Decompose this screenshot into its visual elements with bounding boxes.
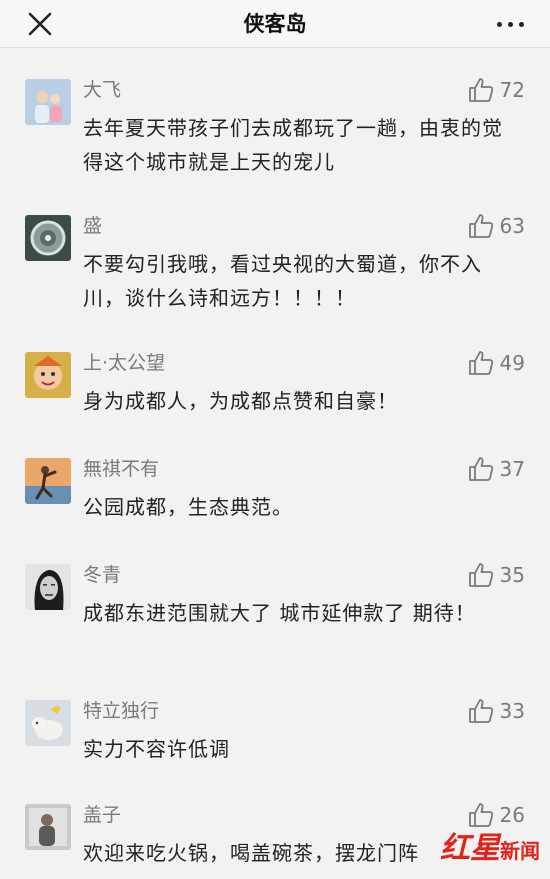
watermark-part2: 新闻 bbox=[500, 839, 540, 863]
avatar[interactable] bbox=[25, 458, 71, 504]
more-icon bbox=[496, 21, 524, 27]
thumbs-up-icon bbox=[468, 214, 493, 238]
like-count: 72 bbox=[499, 78, 525, 102]
top-bar: 侠客岛 bbox=[0, 0, 550, 48]
like-count: 33 bbox=[499, 699, 525, 723]
comment-text: 成都东进范围就大了 城市延伸款了 期待！ bbox=[83, 601, 476, 625]
thumbs-up-icon bbox=[468, 563, 493, 587]
comment-username[interactable]: 盖子 bbox=[83, 802, 121, 828]
avatar[interactable] bbox=[25, 352, 71, 398]
thumbs-up-icon bbox=[468, 351, 493, 375]
avatar[interactable] bbox=[25, 79, 71, 125]
like-count: 37 bbox=[499, 457, 525, 481]
comment-text: 实力不容许低调 bbox=[83, 737, 230, 761]
like-button[interactable]: 49 bbox=[468, 348, 525, 378]
comment-text: 身为成都人，为成都点赞和自豪！ bbox=[83, 389, 398, 413]
comment-text: 不要勾引我哦，看过央视的大蜀道，你不入川，谈什么诗和远方！！！！ bbox=[83, 252, 482, 310]
page-title: 侠客岛 bbox=[243, 12, 307, 36]
comment-text: 去年夏天带孩子们去成都玩了一趟，由衷的觉得这个城市就是上天的宠儿 bbox=[83, 116, 503, 174]
like-button[interactable]: 35 bbox=[468, 560, 525, 590]
comment-username[interactable]: 大飞 bbox=[83, 77, 121, 103]
like-button[interactable]: 37 bbox=[468, 454, 525, 484]
comment-text: 公园成都，生态典范。 bbox=[83, 495, 293, 519]
comment-username[interactable]: 冬青 bbox=[83, 562, 121, 588]
thumbs-up-icon bbox=[468, 699, 493, 723]
avatar[interactable] bbox=[25, 215, 71, 261]
comment-username[interactable]: 盛 bbox=[83, 213, 102, 239]
like-count: 49 bbox=[499, 351, 525, 375]
watermark-part1: 红星 bbox=[440, 831, 500, 866]
avatar[interactable] bbox=[25, 564, 71, 610]
thumbs-up-icon bbox=[468, 457, 493, 481]
like-button[interactable]: 63 bbox=[468, 211, 525, 241]
comment-username[interactable]: 上·太公望 bbox=[83, 350, 165, 376]
thumbs-up-icon bbox=[468, 78, 493, 102]
like-button[interactable]: 72 bbox=[468, 75, 525, 105]
avatar[interactable] bbox=[25, 700, 71, 746]
like-count: 63 bbox=[499, 214, 525, 238]
like-count: 35 bbox=[499, 563, 525, 587]
more-button[interactable] bbox=[488, 8, 532, 40]
comment-username[interactable]: 特立独行 bbox=[83, 698, 159, 724]
watermark-logo: 红星 新闻 bbox=[440, 823, 540, 867]
comment-username[interactable]: 無祺不有 bbox=[83, 456, 159, 482]
like-button[interactable]: 33 bbox=[468, 696, 525, 726]
avatar[interactable] bbox=[25, 804, 71, 850]
